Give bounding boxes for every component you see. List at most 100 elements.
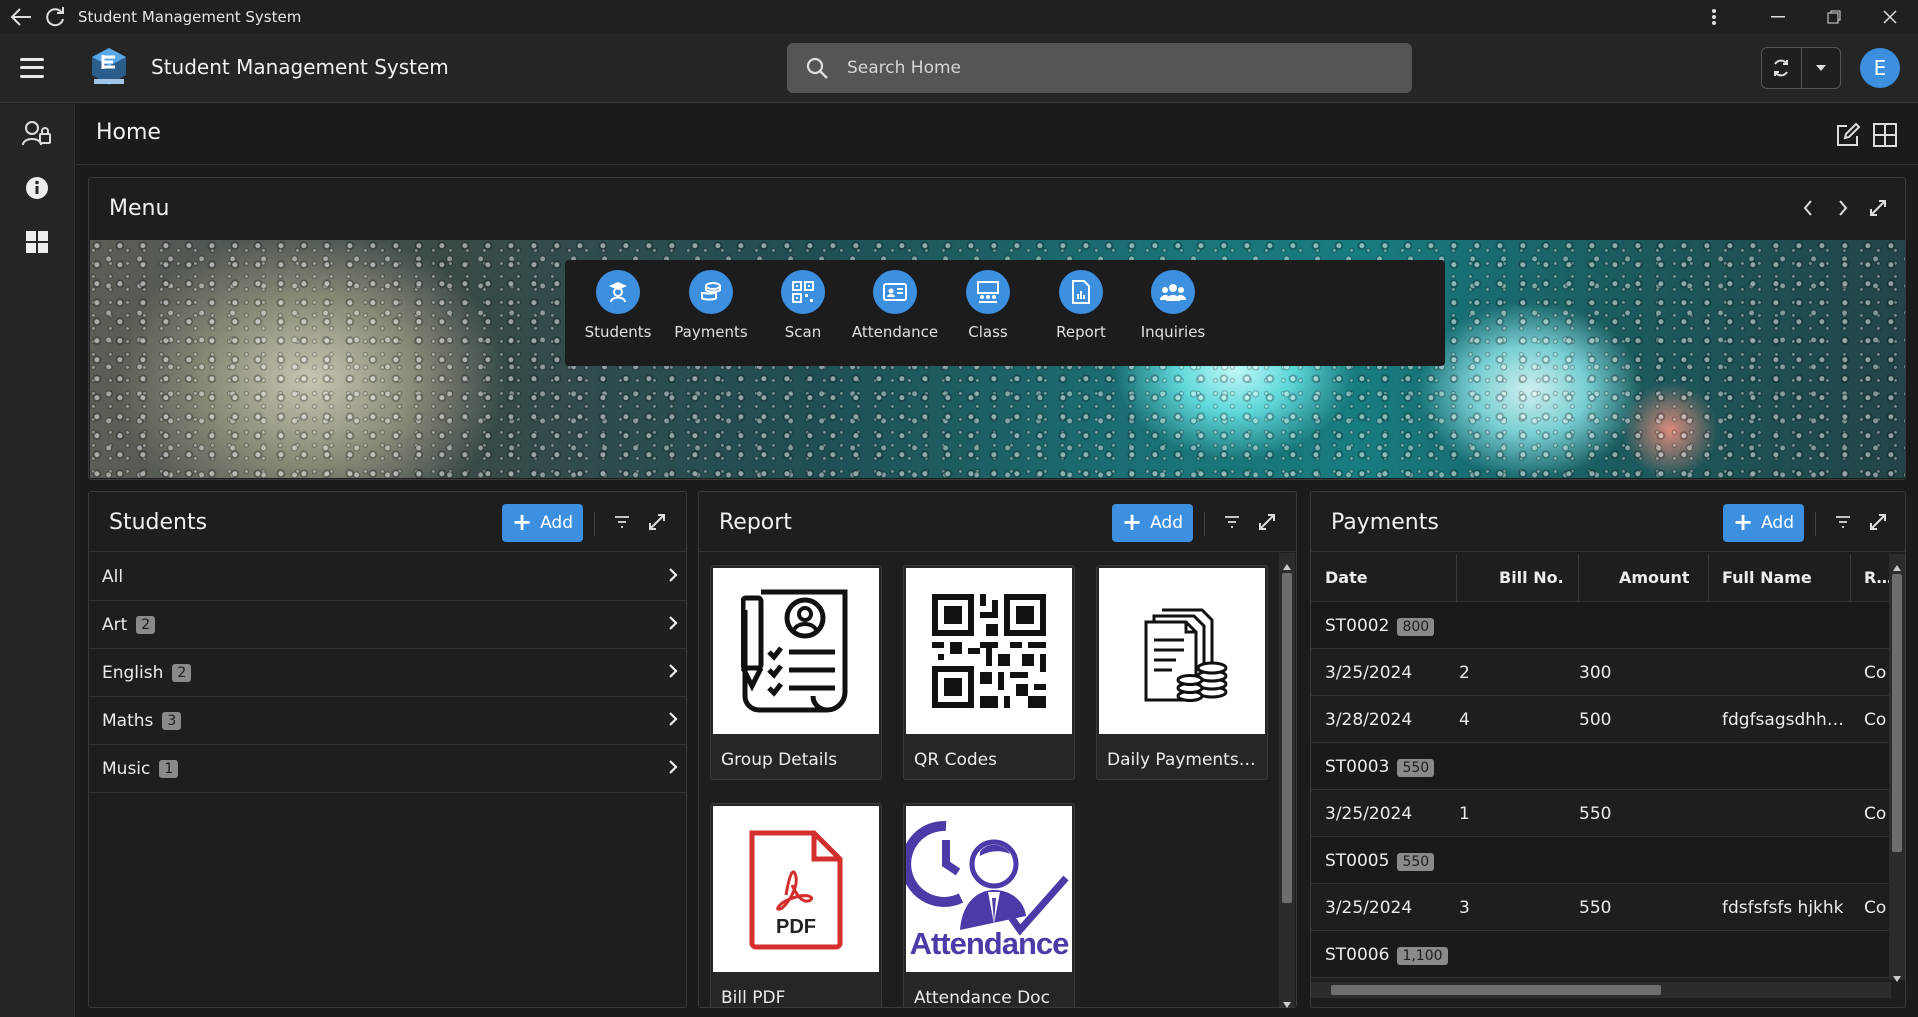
- menu-panel-title: Menu: [109, 196, 170, 221]
- report-card-attendance-doc[interactable]: Attendance Attendance Doc: [903, 803, 1075, 1007]
- group-id: ST0003: [1325, 757, 1390, 777]
- payments-horizontal-scrollbar[interactable]: [1311, 982, 1891, 998]
- column-header-bill-no[interactable]: Bill No.: [1499, 568, 1564, 587]
- avatar[interactable]: E: [1860, 48, 1900, 88]
- report-card-group-details[interactable]: Group Details: [710, 565, 882, 780]
- add-payment-button[interactable]: + Add: [1723, 504, 1804, 542]
- column-header-date[interactable]: Date: [1325, 568, 1368, 587]
- cell-bill-no: 4: [1459, 710, 1470, 730]
- report-card-bill-pdf[interactable]: PDF Bill PDF: [710, 803, 882, 1007]
- hamburger-menu-icon[interactable]: [20, 55, 54, 81]
- more-options-icon[interactable]: [1686, 0, 1742, 33]
- minimize-button[interactable]: [1750, 0, 1806, 33]
- attendance-icon: Attendance: [906, 806, 1072, 972]
- windows-grid-icon[interactable]: [20, 225, 54, 259]
- search-input[interactable]: Search Home: [847, 58, 961, 78]
- table-header: Date Bill No. Amount Full Name Rea: [1311, 554, 1889, 602]
- payments-vertical-scrollbar[interactable]: [1889, 554, 1905, 982]
- scroll-down-icon[interactable]: [1892, 968, 1902, 987]
- chevron-right-icon: [669, 712, 678, 726]
- table-group-row[interactable]: ST0005 550: [1311, 837, 1889, 884]
- add-button-label: Add: [1150, 513, 1184, 533]
- list-item-music[interactable]: Music 1: [89, 745, 686, 793]
- list-item-art[interactable]: Art 2: [89, 601, 686, 649]
- filter-icon[interactable]: [1831, 510, 1855, 534]
- list-item-all[interactable]: All: [89, 553, 686, 601]
- add-report-button[interactable]: + Add: [1112, 504, 1193, 542]
- scroll-down-icon[interactable]: [1282, 994, 1292, 1013]
- menu-item-report[interactable]: Report: [1036, 270, 1126, 341]
- menu-item-class[interactable]: Class: [943, 270, 1033, 341]
- plus-icon: +: [1121, 508, 1143, 536]
- count-badge: 2: [172, 663, 192, 682]
- user-lock-icon[interactable]: [20, 116, 54, 150]
- sync-icon[interactable]: [1762, 48, 1801, 88]
- layout-grid-icon[interactable]: [1870, 120, 1900, 150]
- report-panel-title: Report: [719, 510, 792, 535]
- report-scrollbar[interactable]: [1279, 553, 1295, 1008]
- info-icon[interactable]: [20, 171, 54, 205]
- app-title: Student Management System: [151, 55, 449, 79]
- cell-date: 3/28/2024: [1325, 710, 1413, 730]
- table-group-row[interactable]: ST0003 550: [1311, 743, 1889, 790]
- table-row[interactable]: 3/25/2024 3 550 fdsfsfsfs hjkhk Co: [1311, 884, 1889, 931]
- table-row[interactable]: 3/28/2024 4 500 fdgfsagsdhhjn... Co: [1311, 696, 1889, 743]
- back-icon[interactable]: [4, 0, 38, 33]
- chevron-right-icon: [669, 568, 678, 582]
- menu-item-attendance[interactable]: Attendance: [850, 270, 940, 341]
- table-group-row[interactable]: ST0006 1,100: [1311, 931, 1889, 978]
- table-row[interactable]: 3/25/2024 2 300 Co: [1311, 649, 1889, 696]
- cell-reason: Co: [1864, 804, 1887, 824]
- expand-icon[interactable]: [1255, 510, 1279, 534]
- refresh-icon[interactable]: [38, 0, 72, 33]
- report-panel: Report + Add Group Details QR Codes Dail…: [698, 491, 1297, 1008]
- column-header-full-name[interactable]: Full Name: [1722, 568, 1812, 587]
- edit-icon[interactable]: [1833, 120, 1863, 150]
- classroom-icon: [966, 270, 1010, 314]
- pdf-icon: PDF: [713, 806, 879, 972]
- pdf-text: PDF: [776, 916, 816, 938]
- group-id: ST0002: [1325, 616, 1390, 636]
- cell-amount: 550: [1579, 804, 1612, 824]
- chevron-right-icon: [669, 664, 678, 678]
- search-bar[interactable]: Search Home: [787, 43, 1412, 93]
- cell-full-name: fdsfsfsfs hjkhk: [1722, 898, 1844, 918]
- menu-item-scan[interactable]: Scan: [758, 270, 848, 341]
- column-header-reason[interactable]: Rea: [1864, 568, 1889, 587]
- expand-icon[interactable]: [1866, 196, 1890, 220]
- cell-date: 3/25/2024: [1325, 804, 1413, 824]
- chevron-down-icon[interactable]: [1800, 48, 1841, 88]
- report-card-qr-codes[interactable]: QR Codes: [903, 565, 1075, 780]
- filter-icon[interactable]: [610, 510, 634, 534]
- chevron-left-icon[interactable]: [1796, 196, 1820, 220]
- table-row[interactable]: 3/25/2024 1 550 Co: [1311, 790, 1889, 837]
- app-bar: Student Management System Search Home E: [0, 33, 1918, 103]
- add-student-button[interactable]: + Add: [502, 504, 583, 542]
- menu-item-inquiries[interactable]: Inquiries: [1128, 270, 1218, 341]
- people-icon: [1151, 270, 1195, 314]
- group-id: ST0005: [1325, 851, 1390, 871]
- table-group-row[interactable]: ST0002 800: [1311, 602, 1889, 649]
- group-total-badge: 550: [1397, 853, 1435, 871]
- report-card-label: Group Details: [721, 750, 838, 770]
- menu-item-students[interactable]: Students: [573, 270, 663, 341]
- menu-item-payments[interactable]: Payments: [666, 270, 756, 341]
- expand-icon[interactable]: [1866, 510, 1890, 534]
- close-button[interactable]: [1862, 0, 1918, 33]
- restore-button[interactable]: [1806, 0, 1862, 33]
- students-panel: Students + Add All Art 2 English 2 Maths…: [88, 491, 687, 1008]
- group-total-badge: 550: [1397, 759, 1435, 777]
- menu-item-label: Class: [968, 323, 1008, 341]
- column-header-amount[interactable]: Amount: [1619, 568, 1689, 587]
- chevron-right-icon[interactable]: [1831, 196, 1855, 220]
- expand-icon[interactable]: [645, 510, 669, 534]
- list-item-english[interactable]: English 2: [89, 649, 686, 697]
- group-label: ST0003 550: [1325, 757, 1435, 777]
- cell-amount: 550: [1579, 898, 1612, 918]
- count-badge: 2: [136, 615, 156, 634]
- coins-icon: [689, 270, 733, 314]
- page-title: Home: [96, 120, 161, 145]
- filter-icon[interactable]: [1220, 510, 1244, 534]
- report-card-daily-payments[interactable]: Daily Payments ...: [1096, 565, 1268, 780]
- list-item-maths[interactable]: Maths 3: [89, 697, 686, 745]
